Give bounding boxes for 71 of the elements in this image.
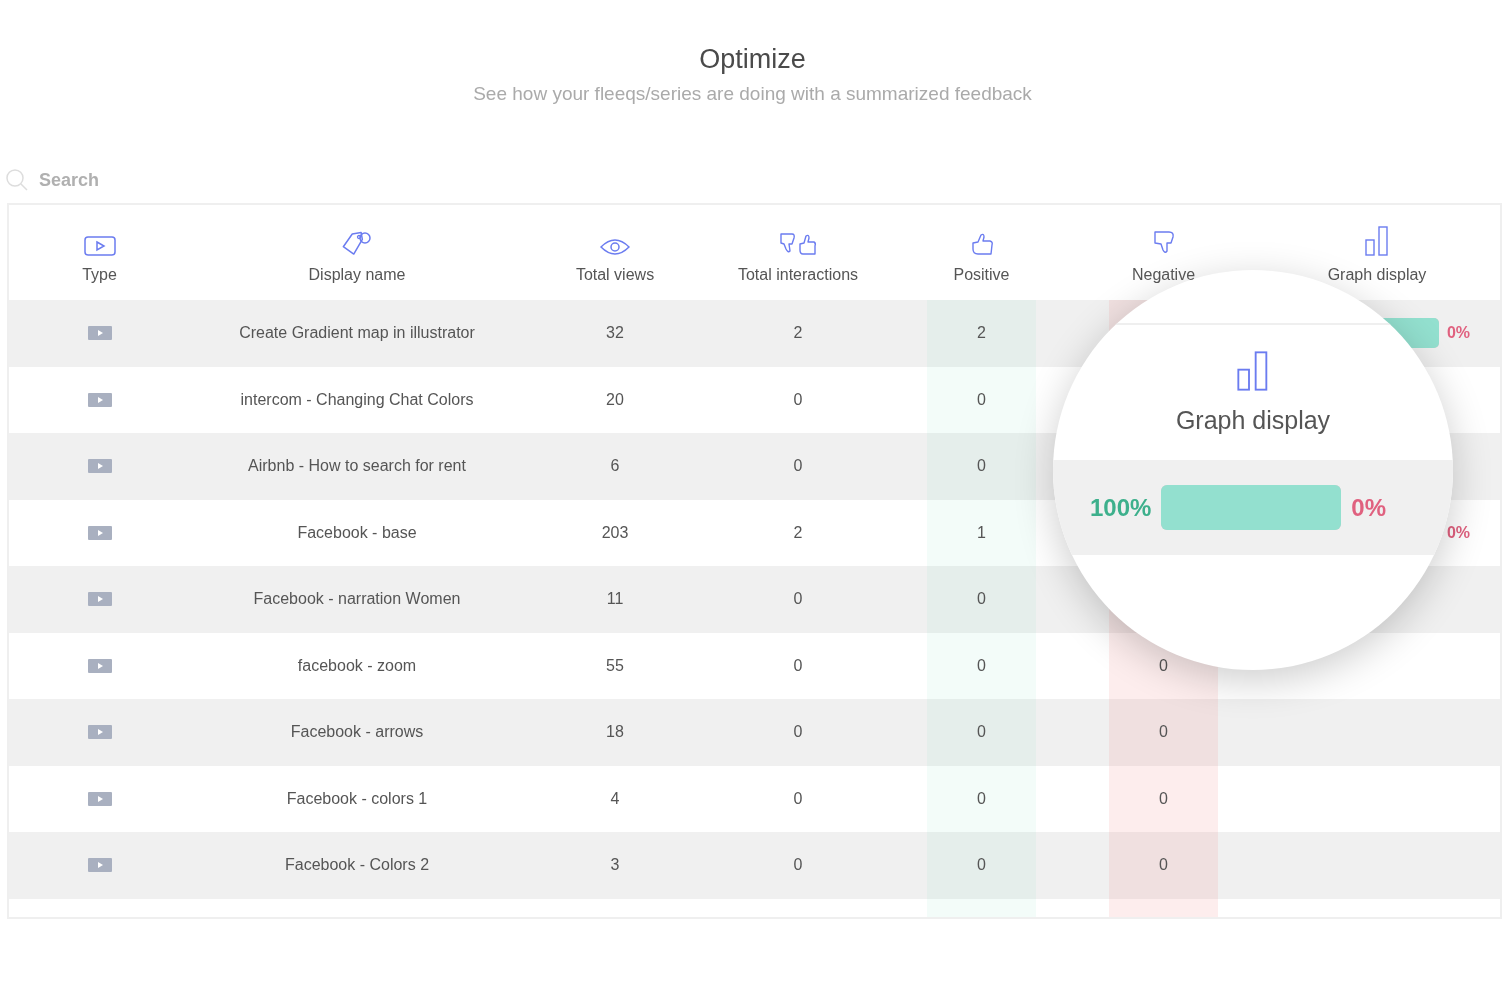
negative-cell: 0 [1109, 765, 1218, 832]
display-name: Create Gradient map in illustrator [239, 324, 475, 343]
video-icon [87, 725, 112, 740]
interactions-count: 0 [793, 656, 803, 675]
video-icon [83, 236, 116, 256]
video-icon [87, 791, 112, 806]
search-icon [5, 168, 29, 192]
interactions-count: 0 [793, 789, 803, 808]
views-count: 6 [610, 457, 620, 476]
negative-cell: 0 [1109, 832, 1218, 899]
column-header[interactable]: Graph display [1327, 266, 1427, 284]
negative-percent: 0% [1446, 523, 1470, 542]
column-header[interactable]: Positive [953, 266, 1010, 284]
column-header[interactable]: Total interactions [737, 266, 859, 284]
display-name: Facebook - arrows [290, 723, 424, 742]
page-title: Optimize [698, 43, 807, 75]
negative-percent: 0% [1351, 493, 1387, 522]
positive-cell: 2 [927, 300, 1036, 367]
magnified-header: Graph display [1175, 406, 1331, 435]
column-header[interactable]: Display name [308, 266, 406, 284]
views-count: 3 [610, 856, 620, 875]
display-name: Facebook - base [297, 523, 417, 542]
positive-cell: 0 [927, 433, 1036, 500]
tag-icon [341, 230, 373, 256]
views-count: 203 [601, 523, 629, 542]
video-icon [87, 858, 112, 873]
interactions-count: 0 [793, 390, 803, 409]
display-name: Facebook - narration Women [253, 590, 461, 609]
thumbs-icon [778, 232, 818, 256]
views-count: 18 [606, 723, 624, 742]
display-name: facebook - zoom [297, 656, 417, 675]
column-header[interactable]: Total views [575, 266, 655, 284]
bar-chart-icon [1365, 226, 1389, 256]
negative-percent: 0% [1446, 324, 1470, 343]
positive-percent: 100% [1089, 493, 1152, 522]
eye-icon [600, 238, 630, 256]
column-header[interactable]: Negative [1131, 266, 1196, 284]
page-subtitle: See how your fleeqs/series are doing with a summarized feedback [472, 83, 1033, 105]
views-count: 4 [610, 789, 620, 808]
positive-cell: 0 [927, 765, 1036, 832]
video-icon [87, 658, 112, 673]
display-name: Airbnb - How to search for rent [248, 457, 466, 476]
display-name: Facebook - Colors 2 [284, 856, 430, 875]
video-icon [87, 592, 112, 607]
positive-cell: 0 [927, 632, 1036, 699]
views-count: 55 [606, 656, 624, 675]
video-icon [87, 392, 112, 407]
interactions-count: 0 [793, 856, 803, 875]
thumb-down-icon [1151, 230, 1176, 256]
interactions-count: 0 [793, 590, 803, 609]
positive-cell: 0 [927, 366, 1036, 433]
column-header[interactable]: Type [82, 266, 117, 284]
views-count: 20 [606, 390, 624, 409]
interactions-count: 2 [793, 324, 803, 343]
bar-chart-icon [1237, 350, 1269, 392]
views-count: 11 [606, 590, 624, 609]
thumb-up-icon [969, 232, 994, 256]
display-name: Facebook - colors 1 [286, 789, 428, 808]
interactions-count: 0 [793, 457, 803, 476]
positive-cell: 0 [927, 699, 1036, 766]
video-icon [87, 525, 112, 540]
video-icon [87, 459, 112, 474]
display-name: intercom - Changing Chat Colors [240, 390, 474, 409]
video-icon [87, 326, 112, 341]
positive-cell: 0 [927, 832, 1036, 899]
interactions-count: 2 [793, 523, 803, 542]
positive-cell: 1 [927, 499, 1036, 566]
positive-cell: 0 [927, 566, 1036, 633]
interactions-count: 0 [793, 723, 803, 742]
views-count: 32 [606, 324, 624, 343]
negative-cell: 0 [1109, 699, 1218, 766]
